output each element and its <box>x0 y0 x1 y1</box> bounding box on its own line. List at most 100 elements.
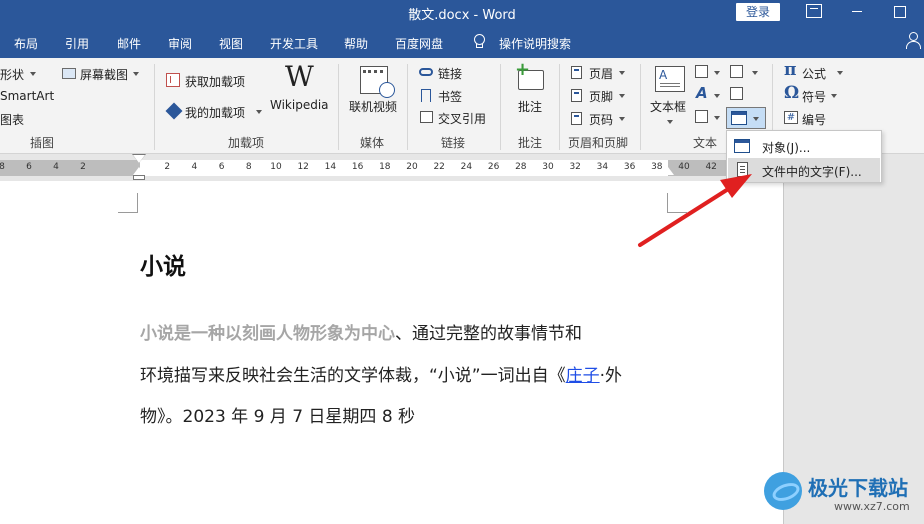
tab-view[interactable]: 视图 <box>219 35 243 52</box>
ruler-number: 16 <box>351 162 364 172</box>
symbol-button[interactable]: 符号 <box>802 88 826 105</box>
ruler-number: 14 <box>324 162 337 172</box>
smartart-button[interactable]: SmartArt <box>0 89 54 103</box>
group-separator <box>559 64 560 150</box>
ruler-number: 30 <box>542 162 554 172</box>
hanging-indent-marker[interactable] <box>133 167 145 175</box>
shapes-button[interactable]: 形状 <box>0 66 24 83</box>
ribbon-tab-bar: 布局 引用 邮件 审阅 视图 开发工具 帮助 百度网盘 操作说明搜索 <box>0 26 924 58</box>
online-video-button[interactable]: 联机视频 <box>349 98 397 115</box>
ruler-number: 4 <box>191 162 198 172</box>
screenshot-button[interactable]: 屏幕截图 <box>80 66 128 83</box>
first-line-indent-marker[interactable] <box>133 155 145 163</box>
menu-item-text-from-file[interactable]: 文件中的文字(F)... <box>728 158 880 182</box>
number-button[interactable]: 编号 <box>802 111 826 128</box>
lightbulb-icon <box>473 34 485 49</box>
quick-parts-icon[interactable] <box>695 65 708 78</box>
tab-help[interactable]: 帮助 <box>344 35 368 52</box>
header-button[interactable]: 页眉 <box>589 65 613 82</box>
zhuangzi-link[interactable]: 庄子 <box>566 366 600 386</box>
body-text[interactable]: 环境描写来反映社会生活的文学体裁，“小说”一词出自《 <box>140 366 566 386</box>
paragraph-line-1[interactable]: 小说是一种以刻画人物形象为中心、通过完整的故事情节和 <box>140 319 680 344</box>
wordart-icon[interactable]: A <box>696 84 708 102</box>
ruler-number: 26 <box>487 162 500 172</box>
new-comment-icon <box>515 59 544 90</box>
ruler-number: 34 <box>596 162 609 172</box>
group-separator <box>338 64 339 150</box>
link-icon <box>419 68 433 76</box>
header-icon <box>571 66 582 79</box>
menu-item-object[interactable]: 对象(J)... <box>728 134 880 158</box>
body-text[interactable]: 、通过完整的故事情节和 <box>395 324 582 344</box>
date-time-icon[interactable] <box>730 87 743 100</box>
ruler-number: 24 <box>460 162 473 172</box>
chevron-down-icon <box>752 71 758 75</box>
object-icon <box>731 111 747 125</box>
minimize-icon[interactable] <box>850 4 866 18</box>
login-button[interactable]: 登录 <box>736 3 780 21</box>
ruler-number: 40 <box>678 162 690 172</box>
menu-item-label: 对象(J)... <box>762 141 811 155</box>
tab-references[interactable]: 引用 <box>65 35 89 52</box>
group-label-header-footer: 页眉和页脚 <box>568 136 629 150</box>
my-addins-button[interactable]: 我的加载项 <box>185 104 245 121</box>
chevron-down-icon <box>714 94 720 98</box>
watermark-logo <box>764 472 802 510</box>
ruler-number: 10 <box>270 162 282 172</box>
horizontal-ruler[interactable]: 8 6 4 2 2 4 6 8 10 12 14 16 18 20 22 24 26 28 30 32 34 36 38 40… <box>0 154 784 181</box>
group-label-links: 链接 <box>441 136 466 150</box>
highlighted-text[interactable]: 小说是一种以刻画人物形象为中心 <box>140 324 395 344</box>
chevron-down-icon <box>256 110 262 114</box>
left-indent-marker[interactable] <box>133 175 145 180</box>
title-bar: 散文.docx - Word 登录 <box>0 0 924 26</box>
page[interactable]: 小说 小说是一种以刻画人物形象为中心、通过完整的故事情节和 环境描写来反映社会生… <box>0 181 784 524</box>
document-area[interactable]: 小说 小说是一种以刻画人物形象为中心、通过完整的故事情节和 环境描写来反映社会生… <box>0 181 784 524</box>
signature-line-icon[interactable] <box>730 65 743 78</box>
chevron-down-icon <box>714 71 720 75</box>
ruler-number: 6 <box>218 162 225 172</box>
tab-review[interactable]: 审阅 <box>168 35 192 52</box>
ruler-number: 6 <box>26 162 32 172</box>
drop-cap-icon[interactable] <box>695 110 708 123</box>
document-heading[interactable]: 小说 <box>140 247 186 281</box>
ruler-number: 22 <box>433 162 445 172</box>
account-icon[interactable] <box>905 32 921 50</box>
right-gray-area <box>785 155 924 524</box>
tab-mailings[interactable]: 邮件 <box>117 35 141 52</box>
watermark: 极光下载站 www.xz7.com <box>764 470 920 520</box>
body-text[interactable]: ·外 <box>600 366 622 386</box>
menu-item-label: 文件中的文字(F)... <box>762 165 862 179</box>
chart-button[interactable]: 图表 <box>0 111 24 128</box>
symbol-icon: Ω <box>784 83 800 103</box>
ruler-number: 8 <box>245 162 252 172</box>
tab-baidu-netdisk[interactable]: 百度网盘 <box>395 35 443 52</box>
tab-developer[interactable]: 开发工具 <box>270 35 318 52</box>
equation-button[interactable]: 公式 <box>802 65 826 82</box>
ruler-number: 4 <box>53 162 59 172</box>
new-comment-button[interactable]: 批注 <box>518 98 542 115</box>
get-addins-button[interactable]: 获取加载项 <box>185 73 245 90</box>
right-indent-marker[interactable] <box>662 167 674 175</box>
chevron-down-icon <box>30 72 36 76</box>
footer-button[interactable]: 页脚 <box>589 88 613 105</box>
group-separator <box>154 64 155 150</box>
cross-reference-button[interactable]: 交叉引用 <box>438 110 486 127</box>
ruler-number: 18 <box>379 162 391 172</box>
object-button[interactable] <box>726 107 766 129</box>
textbox-button[interactable]: 文本框 <box>650 98 686 115</box>
bookmark-button[interactable]: 书签 <box>438 88 462 105</box>
margin-corner-left <box>118 193 138 213</box>
link-button[interactable]: 链接 <box>438 65 462 82</box>
wikipedia-button[interactable]: Wikipedia <box>270 98 329 112</box>
tab-layout[interactable]: 布局 <box>14 35 38 52</box>
page-number-button[interactable]: 页码 <box>589 111 613 128</box>
textbox-icon <box>655 66 685 92</box>
ribbon-display-options-icon[interactable] <box>806 4 822 18</box>
group-label-comments: 批注 <box>518 136 543 150</box>
tell-me-search[interactable]: 操作说明搜索 <box>499 35 571 52</box>
paragraph-line-3[interactable]: 物》。2023 年 9 月 7 日星期四 8 秒 <box>140 402 680 427</box>
paragraph-line-2[interactable]: 环境描写来反映社会生活的文学体裁，“小说”一词出自《庄子·外 <box>140 361 680 386</box>
group-label-text: 文本 <box>693 136 718 150</box>
store-icon <box>166 73 180 87</box>
maximize-icon[interactable] <box>892 4 908 18</box>
